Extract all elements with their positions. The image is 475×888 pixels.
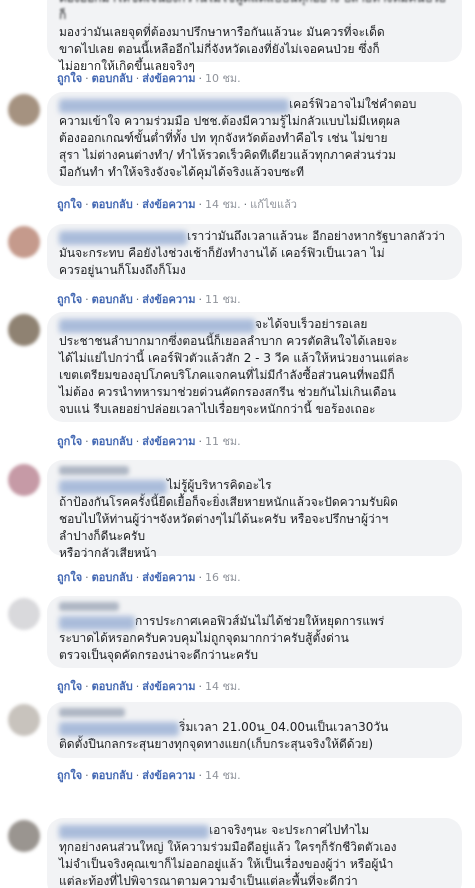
reply-link[interactable]: ตอบกลับ	[92, 72, 133, 85]
comment-line: ตรวจเป็นจุดคัดกรองน่าจะดีกว่านะครับ	[59, 648, 259, 662]
like-link[interactable]: ถูกใจ	[57, 680, 82, 693]
comment-line: มันจะกระทบ คือยังไงช่วงเช้าก็ยังทำงานได้…	[59, 246, 385, 260]
comment-first-line: การประกาศเคอฟิวส์มันไม่ได้ช่วยให้หยุดการ…	[135, 614, 385, 628]
comment-line: แต่ละท้องที่ไปพิจารณาตามความจำเป็นแต่ละพ…	[59, 874, 358, 888]
avatar[interactable]	[8, 598, 40, 630]
comment-bubble: เอาจริงๆนะ จะประกาศไปทำไม ทุกอย่างคนส่วน…	[47, 818, 462, 888]
comment-line: ได้ไม่แย่ไปกว่านี้ เคอร์ฟิวตัวแล้วสัก 2 …	[59, 351, 409, 365]
reply-link[interactable]: ตอบกลับ	[92, 680, 133, 693]
message-link[interactable]: ส่งข้อความ	[142, 72, 195, 85]
reply-link[interactable]: ตอบกลับ	[92, 293, 133, 306]
reply-link[interactable]: ตอบกลับ	[92, 571, 133, 584]
reply-link[interactable]: ตอบกลับ	[92, 198, 133, 211]
like-link[interactable]: ถูกใจ	[57, 571, 82, 584]
comment-line: ระบาดได้หรอกครับควบคุมไม่ถูกจุดมากกว่าคร…	[59, 631, 349, 645]
like-link[interactable]: ถูกใจ	[57, 72, 82, 85]
comment-actions: ถูกใจ · ตอบกลับ · ส่งข้อความ · 11 ชม.	[57, 435, 241, 448]
fan-badge	[59, 708, 125, 717]
comment-line: ลำปางก็ดีนะครับ	[59, 529, 146, 543]
commenter-name[interactable]	[59, 616, 135, 630]
comment-time[interactable]: 14 ชม.	[205, 769, 241, 782]
like-link[interactable]: ถูกใจ	[57, 198, 82, 211]
message-link[interactable]: ส่งข้อความ	[142, 571, 195, 584]
like-link[interactable]: ถูกใจ	[57, 435, 82, 448]
comment-time[interactable]: 11 ชม.	[205, 293, 241, 306]
comment-line: ทุกอย่างคนส่วนใหญ่ ให้ความร่วมมือดีอยู่แ…	[59, 840, 397, 854]
commenter-name[interactable]	[59, 99, 289, 113]
comment-bubble: เคอร์ฟิวอาจไม่ใช่คำตอบ ความเข้าใจ ความร่…	[47, 92, 462, 186]
comment-actions: ถูกใจ · ตอบกลับ · ส่งข้อความ · 14 ชม.	[57, 769, 241, 782]
avatar[interactable]	[8, 314, 40, 346]
comment-time[interactable]: 14 ชม.	[205, 198, 241, 211]
comment-actions: ถูกใจ · ตอบกลับ · ส่งข้อความ · 10 ชม.	[57, 72, 241, 85]
avatar[interactable]	[8, 820, 40, 852]
comment-line: ควรอยู่นานก็โมงถึงก็โมง	[59, 263, 186, 277]
commenter-name[interactable]	[59, 722, 179, 736]
comment-line: ขาดไปเลย ตอนนี้เหลืออีกไม่กี่จังหวัดเองท…	[59, 42, 380, 56]
avatar[interactable]	[8, 464, 40, 496]
comment-first-line: จะได้จบเร็วอย่ารอเลย	[255, 317, 368, 331]
comment-line: เขตเตรียมของอุปโภคบริโภคแจกคนที่ไม่มีกำล…	[59, 368, 395, 382]
comment-line: ถ้าป้องกันโรคครั้งนี้ยืดเยื้อก็จะยิ่งเสี…	[59, 495, 398, 509]
comment-bubble: ริ่มเวลา 21.00น_04.00นเป็นเวลา30วัน ติดต…	[47, 702, 462, 758]
comment-feed: ต้องออกมาให้ชัดเจนยิ่งกว่านี้ไม่ใช่พูดแต…	[0, 0, 475, 888]
comment-bubble: เราว่ามันถึงเวลาแล้วนะ อีกอย่างหากรัฐบาล…	[47, 224, 462, 280]
comment-first-line: ริ่มเวลา 21.00น_04.00นเป็นเวลา30วัน	[179, 720, 389, 734]
comment-bubble: ไม่รู้ผู้บริหารคิดอะไร ถ้าป้องกันโรคครั้…	[47, 460, 462, 560]
comment-line: ต้องออกเกณฑ์ขั้นต่ำที่ทั้ง ปท ทุกจังหวัด…	[59, 131, 388, 145]
message-link[interactable]: ส่งข้อความ	[142, 293, 195, 306]
commenter-name[interactable]	[59, 825, 209, 839]
comment-actions: ถูกใจ · ตอบกลับ · ส่งข้อความ · 11 ชม.	[57, 293, 241, 306]
message-link[interactable]: ส่งข้อความ	[142, 435, 195, 448]
comment-line: หรือว่ากลัวเสียหน้า	[59, 546, 157, 560]
message-link[interactable]: ส่งข้อความ	[142, 769, 195, 782]
comment-actions: ถูกใจ · ตอบกลับ · ส่งข้อความ · 14 ชม.	[57, 680, 241, 693]
comment-line: ติดตั้งปืนกลกระสุนยางทุกจุดทางแยก(เก็บกร…	[59, 737, 374, 751]
edited-label[interactable]: แก้ไขแล้ว	[250, 198, 297, 211]
comment-first-line: ไม่รู้ผู้บริหารคิดอะไร	[167, 478, 272, 492]
avatar[interactable]	[8, 704, 40, 736]
like-link[interactable]: ถูกใจ	[57, 769, 82, 782]
comment-line: ความเข้าใจ ความร่วมมือ ปชช.ต้องมีความรู้…	[59, 114, 401, 128]
fan-badge	[59, 602, 119, 611]
comment-line: ชอบไปให้ท่านผู้ว่าฯจังหวัดต่างๆไม่ได้นะค…	[59, 512, 389, 526]
comment-line: ไม่ต้อง ควรนำทหารมาช่วยด่วนคัดกรองสกรีน …	[59, 385, 396, 399]
comment-line: มือกันทำ ทำให้จริงจังจะได้คุมได้จริงแล้ว…	[59, 165, 305, 179]
commenter-name[interactable]	[59, 319, 255, 333]
avatar[interactable]	[8, 226, 40, 258]
comment-line: จบแน่ รีบเลยอย่าปล่อยเวลาไปเรื่อยๆจะหนัก…	[59, 402, 376, 416]
comment-actions: ถูกใจ · ตอบกลับ · ส่งข้อความ · 14 ชม. · แก้ไขแล้…	[57, 198, 297, 211]
comment-line: ไม่จำเป็นจริงคุณเขาก็ไม่ออกอยู่แล้ว ให้เ…	[59, 857, 394, 871]
comment-time[interactable]: 11 ชม.	[205, 435, 241, 448]
comment-line: ประชาชนลำบากมากซึ่งตอนนี้ก็เยอลลำบาก ควร…	[59, 334, 398, 348]
comment-bubble: การประกาศเคอฟิวส์มันไม่ได้ช่วยให้หยุดการ…	[47, 596, 462, 668]
comment-actions: ถูกใจ · ตอบกลับ · ส่งข้อความ · 16 ชม.	[57, 571, 241, 584]
message-link[interactable]: ส่งข้อความ	[142, 198, 195, 211]
comment-first-line: เอาจริงๆนะ จะประกาศไปทำไม	[209, 823, 370, 837]
comment-time[interactable]: 10 ชม.	[205, 72, 241, 85]
comment-bubble: ต้องออกมาให้ชัดเจนยิ่งกว่านี้ไม่ใช่พูดแต…	[47, 0, 462, 73]
avatar[interactable]	[8, 94, 40, 126]
reply-link[interactable]: ตอบกลับ	[92, 435, 133, 448]
comment-bubble: จะได้จบเร็วอย่ารอเลย ประชาชนลำบากมากซึ่ง…	[47, 312, 462, 422]
fan-badge	[59, 466, 129, 475]
comment-line: สุรา ไม่ต่างคนต่างทำ/ ทำไห้รวดเร็วคิดทีเ…	[59, 148, 397, 162]
commenter-name[interactable]	[59, 231, 187, 245]
comment-time[interactable]: 16 ชม.	[205, 571, 241, 584]
comment-first-line: เราว่ามันถึงเวลาแล้วนะ อีกอย่างหากรัฐบาล…	[187, 229, 446, 243]
like-link[interactable]: ถูกใจ	[57, 293, 82, 306]
comment-first-line: เคอร์ฟิวอาจไม่ใช่คำตอบ	[289, 97, 417, 111]
comment-line: มองว่ามันเลยจุดที่ต้องมาปรึกษาหารือกันแล…	[59, 25, 385, 39]
reply-link[interactable]: ตอบกลับ	[92, 769, 133, 782]
message-link[interactable]: ส่งข้อความ	[142, 680, 195, 693]
commenter-name[interactable]	[59, 480, 167, 494]
comment-time[interactable]: 14 ชม.	[205, 680, 241, 693]
comment-first-line: ต้องออกมาให้ชัดเจนยิ่งกว่านี้ไม่ใช่พูดแต…	[59, 0, 446, 22]
